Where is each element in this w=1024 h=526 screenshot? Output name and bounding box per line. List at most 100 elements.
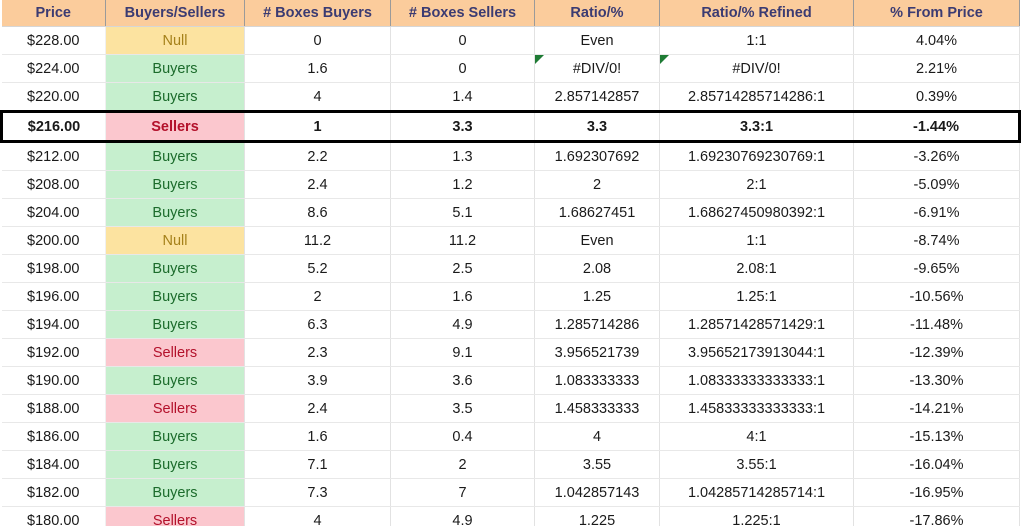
cell-price[interactable]: $188.00 [1,394,106,423]
cell-price[interactable]: $194.00 [1,310,106,339]
cell-ratio[interactable]: 2 [534,170,660,199]
cell-price[interactable]: $228.00 [1,26,106,55]
cell-sb[interactable]: 5.1 [390,198,535,227]
cell-sb[interactable]: 9.1 [390,338,535,367]
table-row[interactable]: $204.00 Buyers 8.6 5.1 1.68627451 1.686274509… [1,198,1020,227]
cell-pct[interactable]: -10.56% [853,282,1020,311]
cell-buyers-sellers[interactable]: Null [105,26,245,55]
cell-price[interactable]: $180.00 [1,506,106,526]
cell-buyers-sellers[interactable]: Buyers [105,310,245,339]
cell-buyers-sellers[interactable]: Sellers [105,506,245,526]
table-row[interactable]: $216.00 Sellers 1 3.3 3.3 3.3:1 -1.44% [0,110,1021,143]
cell-sb[interactable]: 0.4 [390,422,535,451]
table-row[interactable]: $190.00 Buyers 3.9 3.6 1.083333333 1.08333333… [1,366,1020,395]
cell-bb[interactable]: 2.2 [244,141,391,171]
cell-bb[interactable]: 2.4 [244,394,391,423]
cell-refined[interactable]: 4:1 [659,422,854,451]
cell-price[interactable]: $182.00 [1,478,106,507]
cell-ratio[interactable]: 2.08 [534,254,660,283]
cell-pct[interactable]: -15.13% [853,422,1020,451]
cell-buyers-sellers[interactable]: Buyers [105,366,245,395]
column-header-bb[interactable]: # Boxes Buyers [244,0,391,27]
cell-refined[interactable]: 1:1 [659,226,854,255]
cell-buyers-sellers[interactable]: Sellers [105,394,245,423]
cell-bb[interactable]: 2.4 [244,170,391,199]
cell-refined[interactable]: 2.08:1 [659,254,854,283]
cell-bb[interactable]: 6.3 [244,310,391,339]
table-row[interactable]: $188.00 Sellers 2.4 3.5 1.458333333 1.4583333… [1,394,1020,423]
cell-price[interactable]: $198.00 [1,254,106,283]
cell-pct[interactable]: -13.30% [853,366,1020,395]
table-row[interactable]: $196.00 Buyers 2 1.6 1.25 1.25:1 -10.56% [1,282,1020,311]
cell-buyers-sellers[interactable]: Buyers [105,282,245,311]
cell-price[interactable]: $196.00 [1,282,106,311]
cell-refined[interactable]: 2.85714285714286:1 [659,82,854,112]
cell-refined[interactable]: 1.69230769230769:1 [659,141,854,171]
cell-pct[interactable]: -9.65% [853,254,1020,283]
cell-bb[interactable]: 4 [244,506,391,526]
cell-ratio[interactable]: 1.692307692 [534,141,660,171]
table-row[interactable]: $228.00 Null 0 0 Even 1:1 4.04% [1,26,1020,55]
cell-buyers-sellers[interactable]: Buyers [105,141,245,171]
cell-ratio[interactable]: Even [534,226,660,255]
column-header-sb[interactable]: # Boxes Sellers [390,0,535,27]
cell-refined[interactable]: 2:1 [659,170,854,199]
table-row[interactable]: $212.00 Buyers 2.2 1.3 1.692307692 1.69230769… [1,141,1020,171]
cell-sb[interactable]: 2 [390,450,535,479]
cell-buyers-sellers[interactable]: Buyers [105,450,245,479]
table-row[interactable]: $224.00 Buyers 1.6 0 #DIV/0! #DIV/0! 2.21% [1,54,1020,83]
cell-refined[interactable]: 1.225:1 [659,506,854,526]
cell-buyers-sellers[interactable]: Sellers [105,338,245,367]
cell-buyers-sellers[interactable]: Buyers [105,170,245,199]
cell-sb[interactable]: 3.3 [390,110,535,143]
cell-ratio[interactable]: 1.083333333 [534,366,660,395]
cell-price[interactable]: $192.00 [1,338,106,367]
table-row[interactable]: $198.00 Buyers 5.2 2.5 2.08 2.08:1 -9.65% [1,254,1020,283]
cell-buyers-sellers[interactable]: Buyers [105,82,245,112]
cell-ratio[interactable]: 4 [534,422,660,451]
cell-sb[interactable]: 0 [390,26,535,55]
column-header-bs[interactable]: Buyers/Sellers [105,0,245,27]
cell-price[interactable]: $184.00 [1,450,106,479]
table-row[interactable]: $184.00 Buyers 7.1 2 3.55 3.55:1 -16.04% [1,450,1020,479]
cell-ratio[interactable]: 1.225 [534,506,660,526]
table-row[interactable]: $182.00 Buyers 7.3 7 1.042857143 1.0428571428… [1,478,1020,507]
cell-pct[interactable]: -1.44% [853,110,1021,143]
cell-refined[interactable]: 1.28571428571429:1 [659,310,854,339]
cell-buyers-sellers[interactable]: Buyers [105,198,245,227]
cell-sb[interactable]: 11.2 [390,226,535,255]
cell-sb[interactable]: 1.6 [390,282,535,311]
cell-ratio[interactable]: 2.857142857 [534,82,660,112]
cell-pct[interactable]: -17.86% [853,506,1020,526]
cell-pct[interactable]: 4.04% [853,26,1020,55]
cell-sb[interactable]: 3.6 [390,366,535,395]
cell-sb[interactable]: 1.3 [390,141,535,171]
cell-refined[interactable]: 1.25:1 [659,282,854,311]
cell-price[interactable]: $208.00 [1,170,106,199]
cell-refined[interactable]: 1.68627450980392:1 [659,198,854,227]
cell-price[interactable]: $212.00 [1,141,106,171]
cell-refined[interactable]: 1:1 [659,26,854,55]
cell-bb[interactable]: 5.2 [244,254,391,283]
cell-pct[interactable]: -3.26% [853,141,1020,171]
cell-refined[interactable]: 1.04285714285714:1 [659,478,854,507]
cell-pct[interactable]: 0.39% [853,82,1020,112]
cell-bb[interactable]: 7.3 [244,478,391,507]
cell-price[interactable]: $216.00 [0,110,106,143]
cell-pct[interactable]: -5.09% [853,170,1020,199]
table-row[interactable]: $180.00 Sellers 4 4.9 1.225 1.225:1 -17.86% [1,506,1020,526]
cell-price[interactable]: $186.00 [1,422,106,451]
cell-pct[interactable]: -11.48% [853,310,1020,339]
cell-refined[interactable]: 1.08333333333333:1 [659,366,854,395]
cell-refined[interactable]: 1.45833333333333:1 [659,394,854,423]
cell-price[interactable]: $200.00 [1,226,106,255]
cell-buyers-sellers[interactable]: Buyers [105,254,245,283]
cell-sb[interactable]: 3.5 [390,394,535,423]
cell-sb[interactable]: 7 [390,478,535,507]
cell-bb[interactable]: 1.6 [244,54,391,83]
cell-ratio[interactable]: 3.55 [534,450,660,479]
cell-sb[interactable]: 1.2 [390,170,535,199]
cell-bb[interactable]: 2 [244,282,391,311]
cell-price[interactable]: $220.00 [1,82,106,112]
cell-bb[interactable]: 11.2 [244,226,391,255]
